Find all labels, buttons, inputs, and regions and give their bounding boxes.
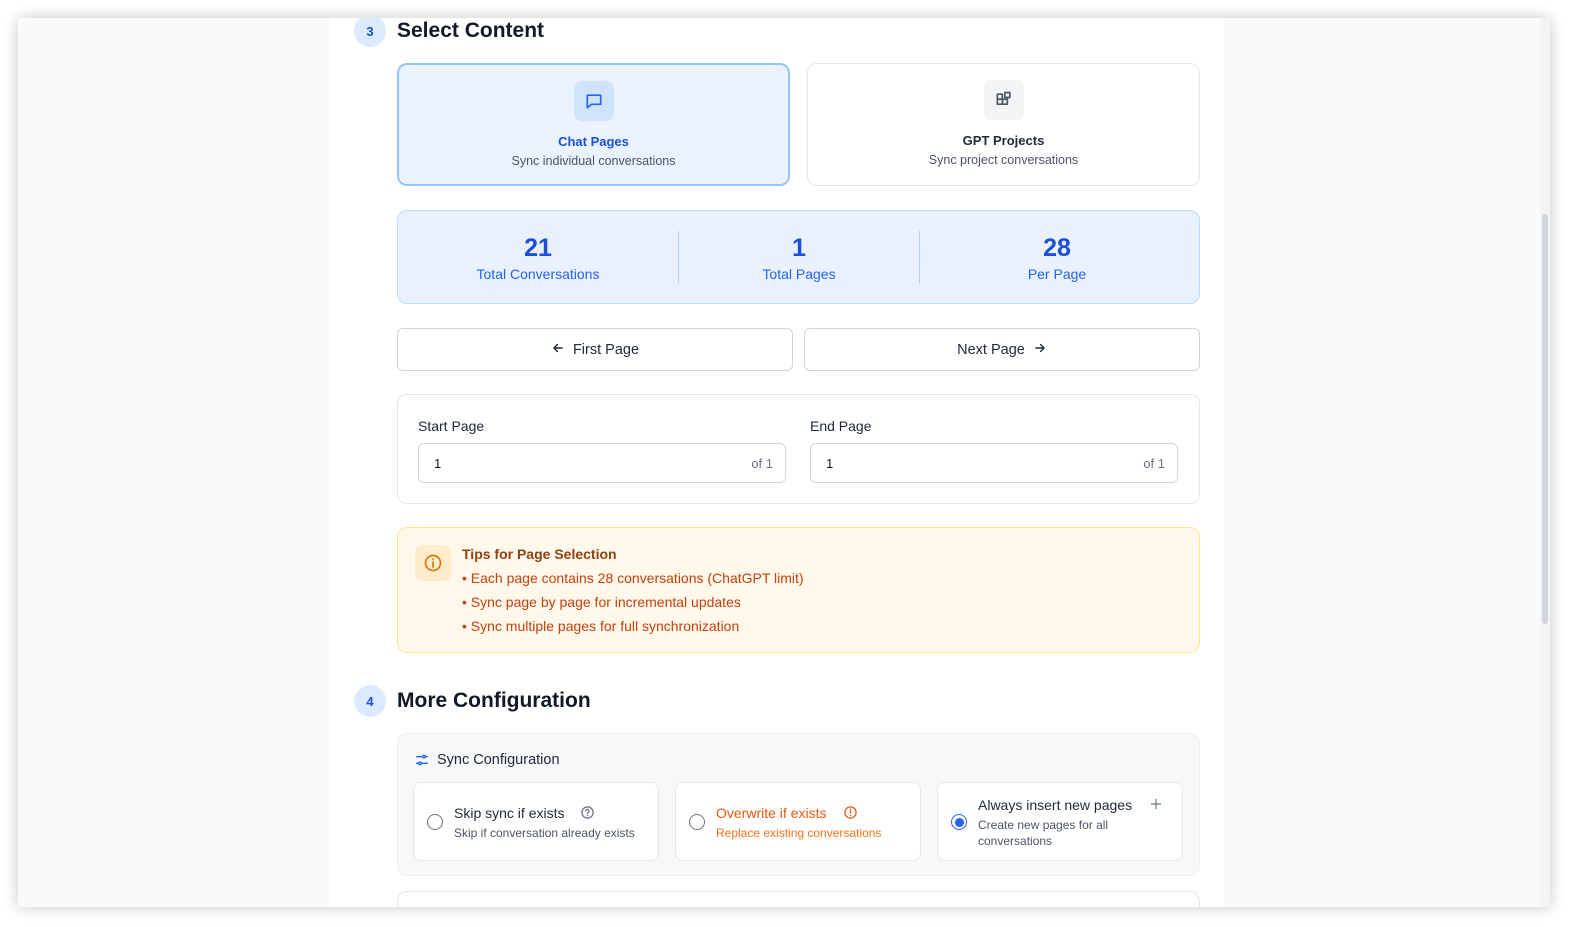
start-page-input[interactable]: 1 of 1 [418,443,786,483]
grid-icon [983,80,1024,120]
stat-total-pages: 1 Total Pages [679,233,919,282]
help-circle-icon [580,805,595,825]
end-page-label: End Page [810,418,872,434]
card-desc: Sync project conversations [928,153,1079,167]
end-page-input[interactable]: 1 of 1 [810,443,1178,483]
card-gpt-projects[interactable]: GPT Projects Sync project conversations [807,63,1200,186]
card-title: GPT Projects [962,133,1045,148]
first-page-label: First Page [572,341,640,358]
option-desc: Skip if conversation already exists [454,826,635,840]
option-desc-line2: conversations [978,834,1053,848]
plus-icon [1149,797,1163,816]
end-page-suffix: of 1 [1143,455,1165,471]
option-desc-line1: Create new pages for all [978,818,1109,832]
info-icon [415,545,451,581]
sync-configuration-title: Sync Configuration [437,752,560,768]
stats-bar: 21 Total Conversations 1 Total Pages 28 … [397,210,1200,304]
app-window: 3 Select Content Chat Pages Sync individ… [18,18,1550,907]
option-title: Always insert new pages [978,797,1133,813]
tips-item: • Sync page by page for incremental upda… [462,594,741,610]
stat-label: Per Page [1027,265,1087,282]
stat-value: 21 [524,233,552,262]
start-page-suffix: of 1 [751,455,773,471]
start-page-value: 1 [434,455,442,471]
alert-circle-icon [843,805,858,825]
start-page-label: Start Page [418,418,485,434]
next-config-box [397,891,1200,907]
stat-label: Total Pages [762,265,836,282]
step-4-badge: 4 [354,685,386,717]
scrollbar-thumb[interactable] [1542,214,1548,624]
stat-value: 1 [792,233,806,262]
option-always-insert[interactable]: Always insert new pages Create new pages… [937,782,1183,861]
overwrite-radio[interactable] [689,814,705,830]
tips-item: • Each page contains 28 conversations (C… [462,570,804,586]
page-range-box: Start Page 1 of 1 End Page 1 of 1 [397,394,1200,504]
tips-title: Tips for Page Selection [462,546,617,562]
tips-box: Tips for Page Selection • Each page cont… [397,527,1200,653]
sync-configuration-box: Sync Configuration Skip sync if exists S… [397,733,1200,876]
option-title: Skip sync if exists [454,805,565,821]
card-desc: Sync individual conversations [511,154,676,168]
next-page-button[interactable]: Next Page [804,328,1200,371]
stat-total-conversations: 21 Total Conversations [398,233,678,282]
tips-list: • Each page contains 28 conversations (C… [462,566,804,638]
scrollbar[interactable] [1540,18,1550,907]
stat-value: 28 [1043,233,1071,262]
stat-per-page: 28 Per Page [920,233,1194,282]
step-3-badge: 3 [354,18,386,47]
stat-label: Total Conversations [476,265,600,282]
tips-item: • Sync multiple pages for full synchroni… [462,618,740,634]
option-overwrite[interactable]: Overwrite if exists Replace existing con… [675,782,921,861]
next-page-label: Next Page [957,341,1025,358]
arrow-left-icon [551,341,565,359]
arrow-right-icon [1033,341,1047,359]
first-page-button[interactable]: First Page [397,328,793,371]
section-title-select-content: Select Content [397,19,545,42]
always-insert-radio[interactable] [951,814,967,830]
option-desc: Replace existing conversations [716,826,882,840]
card-chat-pages[interactable]: Chat Pages Sync individual conversations [397,63,790,186]
card-title: Chat Pages [558,134,629,149]
section-title-more-configuration: More Configuration [397,689,591,712]
end-page-value: 1 [826,455,834,471]
option-skip-sync[interactable]: Skip sync if exists Skip if conversation… [413,782,659,861]
chat-bubble-icon [573,81,614,121]
main-panel: 3 Select Content Chat Pages Sync individ… [330,18,1224,907]
skip-sync-radio[interactable] [427,814,443,830]
sliders-icon [414,752,430,773]
option-title: Overwrite if exists [716,805,827,821]
